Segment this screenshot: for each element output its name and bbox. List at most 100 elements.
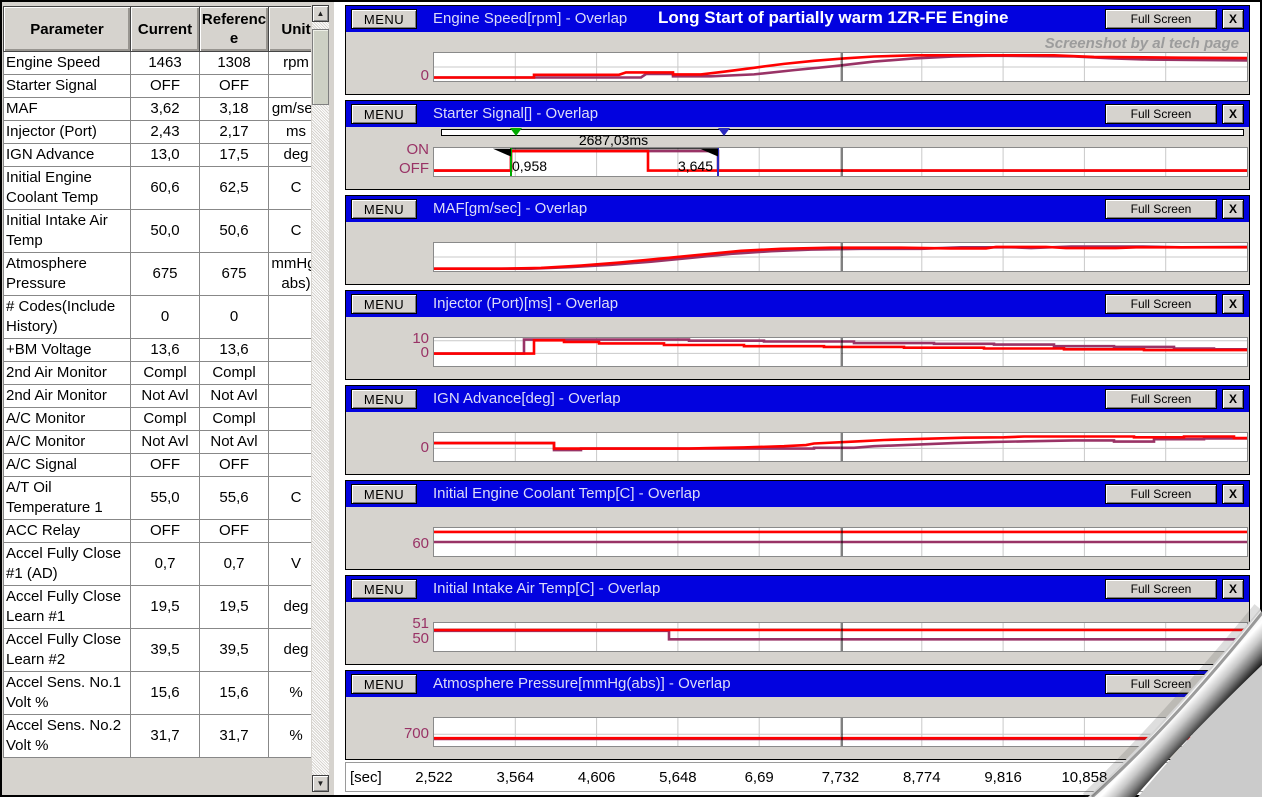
reference-value-cell: 62,5 (200, 167, 269, 210)
page-curl-decoration (1022, 577, 1262, 797)
parameter-cell: Atmosphere Pressure (4, 253, 131, 296)
reference-value-cell: 2,17 (200, 121, 269, 144)
table-header-reference[interactable]: Reference (200, 7, 269, 52)
close-button[interactable]: X (1222, 104, 1244, 124)
full-screen-button[interactable]: Full Screen (1105, 199, 1217, 219)
close-button[interactable]: X (1222, 389, 1244, 409)
panel-header: MENU MAF[gm/sec] - Overlap Full ScreenX (346, 196, 1249, 222)
full-screen-button[interactable]: Full Screen (1105, 294, 1217, 314)
panel-title: IGN Advance[deg] - Overlap (433, 390, 621, 407)
axis-tick: 5,648 (643, 769, 713, 786)
chart-canvas (434, 53, 1247, 81)
full-screen-button[interactable]: Full Screen (1105, 9, 1217, 29)
parameter-cell: Initial Engine Coolant Temp (4, 167, 131, 210)
close-button[interactable]: X (1222, 484, 1244, 504)
slider-marker-green-icon[interactable] (510, 128, 522, 136)
reference-value-cell: Not Avl (200, 385, 269, 408)
panel-title: Starter Signal[] - Overlap (433, 105, 598, 122)
cursor-end-value: 3,645 (655, 158, 713, 174)
table-row: Injector (Port)2,432,17ms (4, 121, 312, 144)
parameter-cell: Accel Fully Close Learn #2 (4, 629, 131, 672)
techstream-window: ParameterCurrentReferenceUnit Engine Spe… (0, 0, 1262, 797)
table-row: ACC RelayOFFOFF (4, 520, 312, 543)
chart-canvas (434, 338, 1247, 366)
full-screen-button[interactable]: Full Screen (1105, 104, 1217, 124)
y-axis-label: OFF (346, 161, 429, 177)
parameter-cell: Accel Fully Close #1 (AD) (4, 543, 131, 586)
current-value-cell: 15,6 (131, 672, 200, 715)
current-value-cell: 19,5 (131, 586, 200, 629)
scrollbar-thumb[interactable] (312, 29, 329, 105)
reference-value-cell: 39,5 (200, 629, 269, 672)
plot-area (433, 337, 1248, 367)
table-row: Initial Intake Air Temp50,050,6C (4, 210, 312, 253)
table-row: 2nd Air MonitorComplCompl (4, 362, 312, 385)
reference-value-cell: OFF (200, 454, 269, 477)
axis-tick: 4,606 (562, 769, 632, 786)
axis-tick: 8,774 (887, 769, 957, 786)
unit-cell (269, 408, 312, 431)
menu-button[interactable]: MENU (351, 674, 417, 694)
menu-button[interactable]: MENU (351, 579, 417, 599)
menu-button[interactable]: MENU (351, 484, 417, 504)
parameter-cell: A/C Monitor (4, 408, 131, 431)
start-flag-icon (493, 149, 511, 157)
table-scrollbar[interactable]: ▲ ▼ (312, 5, 329, 792)
current-value-cell: Not Avl (131, 385, 200, 408)
menu-button[interactable]: MENU (351, 9, 417, 29)
menu-button[interactable]: MENU (351, 294, 417, 314)
table-header-unit[interactable]: Unit (269, 7, 312, 52)
plot-area (433, 242, 1248, 272)
table-row: MAF3,623,18gm/sec (4, 98, 312, 121)
panel-ign-advance: MENU IGN Advance[deg] - Overlap Full Scree… (345, 385, 1250, 475)
parameter-cell: +BM Voltage (4, 339, 131, 362)
table-row: A/C MonitorNot AvlNot Avl (4, 431, 312, 454)
panel-header: MENU Starter Signal[] - Overlap Full Scree… (346, 101, 1249, 127)
unit-cell: V (269, 543, 312, 586)
parameter-cell: A/C Signal (4, 454, 131, 477)
current-value-cell: Compl (131, 362, 200, 385)
time-axis-unit: [sec] (350, 769, 382, 786)
reference-value-cell: 19,5 (200, 586, 269, 629)
full-screen-button[interactable]: Full Screen (1105, 484, 1217, 504)
table-row: A/C SignalOFFOFF (4, 454, 312, 477)
axis-tick: 6,69 (724, 769, 794, 786)
y-axis-label: 0 (346, 68, 429, 84)
panel-injector-port: MENUInjector (Port)[ms] - OverlapFull Sc… (345, 290, 1250, 380)
y-axis-label: 700 (346, 726, 429, 742)
table-row: A/T Oil Temperature 155,055,6C (4, 477, 312, 520)
chart-canvas (434, 528, 1247, 556)
current-value-cell: 39,5 (131, 629, 200, 672)
scroll-up-button[interactable]: ▲ (312, 5, 329, 22)
current-value-cell: Not Avl (131, 431, 200, 454)
parameter-cell: Accel Sens. No.1 Volt % (4, 672, 131, 715)
y-axis-label: 0 (346, 440, 429, 456)
close-button[interactable]: X (1222, 294, 1244, 314)
parameter-cell: Initial Intake Air Temp (4, 210, 131, 253)
parameter-cell: Engine Speed (4, 52, 131, 75)
panel-title: MAF[gm/sec] - Overlap (433, 200, 587, 217)
axis-tick: 3,564 (480, 769, 550, 786)
close-button[interactable]: X (1222, 199, 1244, 219)
current-value-cell: OFF (131, 75, 200, 98)
cursor-start-value: 0,958 (512, 158, 547, 174)
close-button[interactable]: X (1222, 9, 1244, 29)
unit-cell (269, 339, 312, 362)
unit-cell: % (269, 715, 312, 758)
table-row: +BM Voltage13,613,6 (4, 339, 312, 362)
parameter-table: ParameterCurrentReferenceUnit Engine Spe… (3, 6, 311, 758)
scroll-up-icon: ▲ (317, 9, 325, 18)
current-value-cell: 0,7 (131, 543, 200, 586)
slider-marker-blue-icon[interactable] (718, 128, 730, 136)
menu-button[interactable]: MENU (351, 199, 417, 219)
reference-value-cell: 31,7 (200, 715, 269, 758)
menu-button[interactable]: MENU (351, 389, 417, 409)
table-header-current[interactable]: Current (131, 7, 200, 52)
table-row: Accel Sens. No.1 Volt %15,615,6% (4, 672, 312, 715)
table-header-parameter[interactable]: Parameter (4, 7, 131, 52)
scroll-down-button[interactable]: ▼ (312, 775, 329, 792)
panel-title: Engine Speed[rpm] - Overlap (433, 10, 627, 27)
full-screen-button[interactable]: Full Screen (1105, 389, 1217, 409)
panel-header: MENUInjector (Port)[ms] - OverlapFull Sc… (346, 291, 1249, 317)
menu-button[interactable]: MENU (351, 104, 417, 124)
